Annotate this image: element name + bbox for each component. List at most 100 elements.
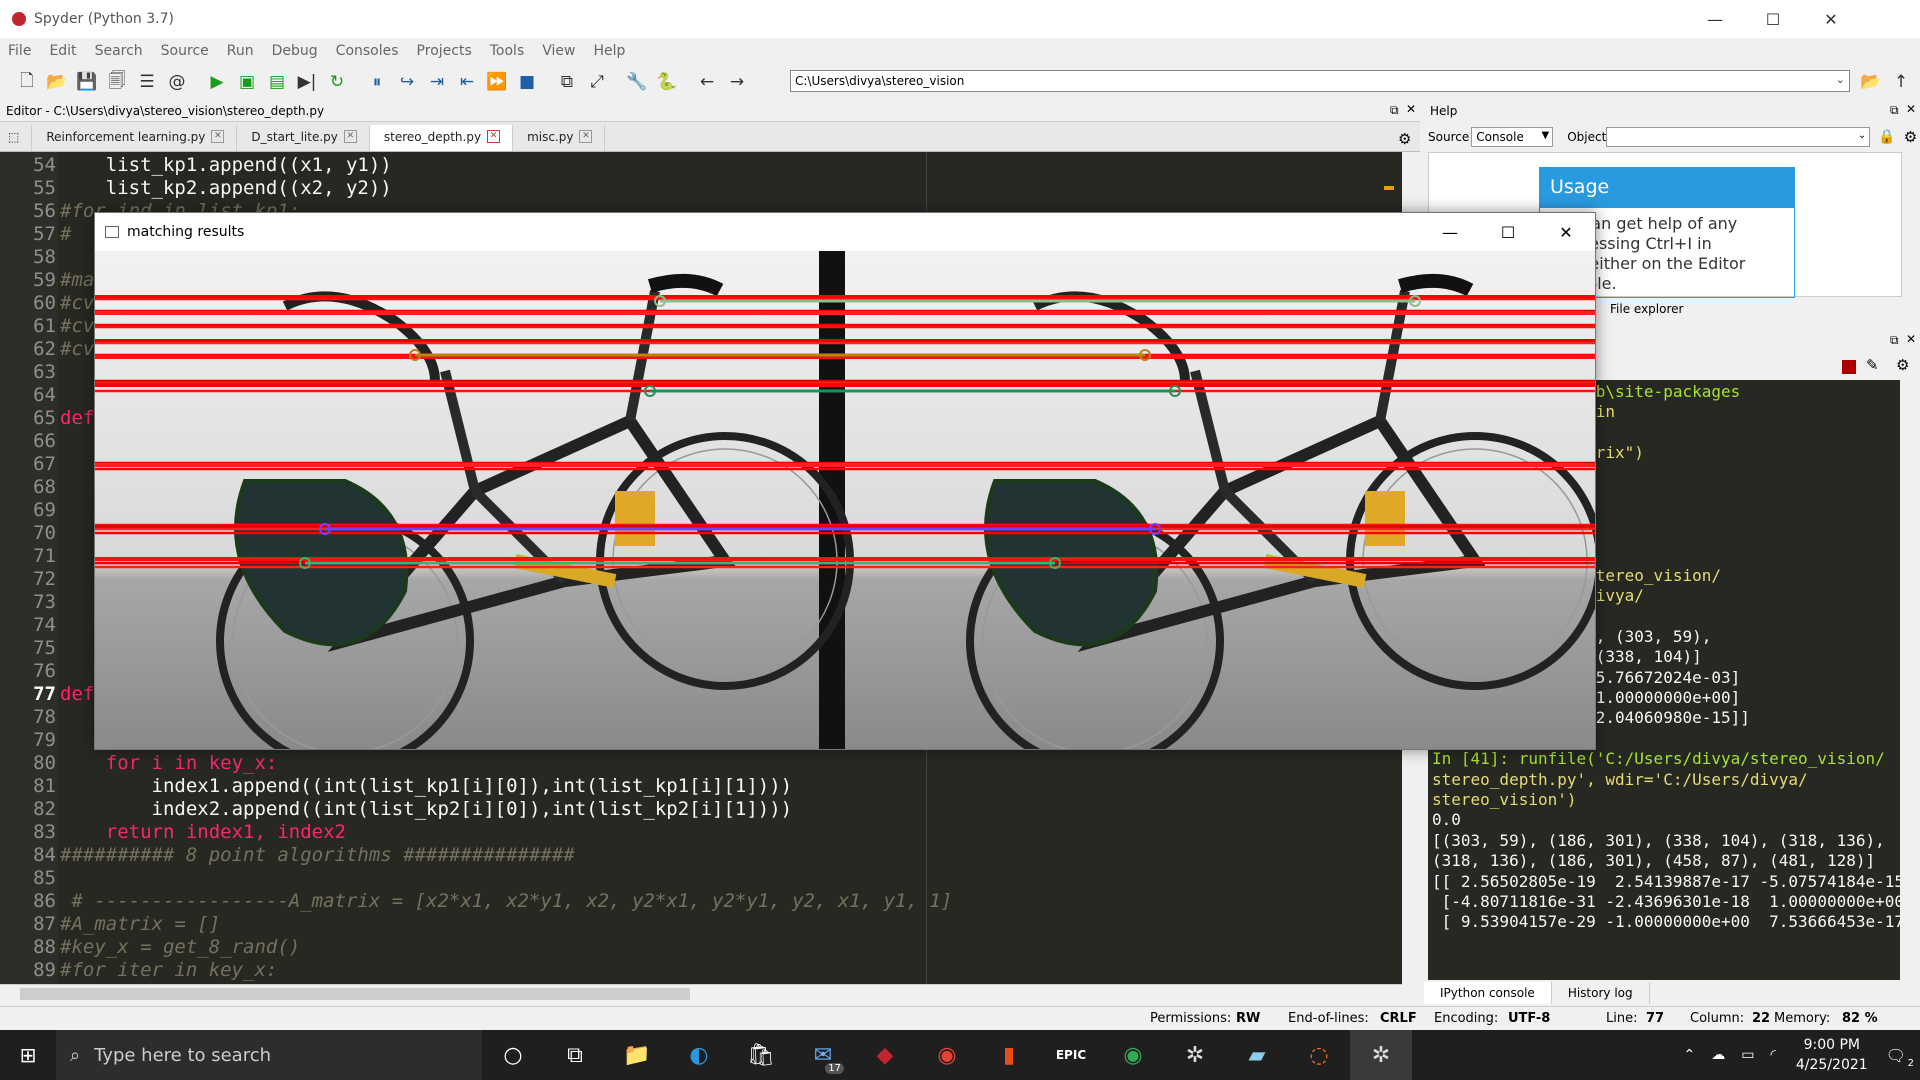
jupyter-icon[interactable]: ◌	[1288, 1030, 1350, 1080]
minimize-window-button[interactable]: —	[1686, 0, 1744, 38]
office-icon[interactable]: ▮	[978, 1030, 1040, 1080]
menu-file[interactable]: File	[8, 43, 31, 59]
close-window-button[interactable]: ✕	[1802, 0, 1860, 38]
menu-run[interactable]: Run	[227, 43, 254, 59]
undock-icon[interactable]: ⧉	[1890, 333, 1899, 348]
windows-start-icon[interactable]: ⊞	[0, 1030, 56, 1080]
menu-debug[interactable]: Debug	[272, 43, 318, 59]
console-vertical-scrollbar[interactable]	[1900, 380, 1918, 980]
step-into-icon[interactable]: ⇥	[424, 69, 450, 95]
close-tab-icon[interactable]: ✕	[487, 130, 501, 143]
menu-edit[interactable]: Edit	[49, 43, 76, 59]
tab-reinforcement-learning[interactable]: Reinforcement learning.py ✕	[32, 125, 238, 151]
chrome-profile-icon[interactable]: ◉	[1102, 1030, 1164, 1080]
outline-icon[interactable]: ☰	[134, 69, 160, 95]
notifications-icon[interactable]: 🗨 2	[1886, 1046, 1914, 1069]
at-icon[interactable]: @	[164, 69, 190, 95]
chrome-icon[interactable]: ◉	[916, 1030, 978, 1080]
step-icon[interactable]: ↪	[394, 69, 420, 95]
undock-icon[interactable]: ⧉	[1390, 103, 1399, 118]
epic-games-icon[interactable]: EPIC	[1040, 1030, 1102, 1080]
fullscreen-icon[interactable]: ⤢	[584, 69, 610, 95]
tab-ipython-console[interactable]: IPython console	[1424, 982, 1552, 1004]
tab-misc[interactable]: misc.py ✕	[513, 125, 606, 151]
parent-dir-arrow-icon[interactable]: ↑	[1888, 69, 1914, 95]
cortana-icon[interactable]: ○	[482, 1030, 544, 1080]
menu-projects[interactable]: Projects	[417, 43, 472, 59]
code-line: #for iter in key_x:	[60, 959, 278, 981]
weather-icon[interactable]: ☁	[1711, 1047, 1725, 1063]
continue-icon[interactable]: ⏩	[484, 69, 510, 95]
popup-title: matching results	[127, 224, 245, 240]
spyder-taskbar-icon[interactable]: ✲	[1164, 1030, 1226, 1080]
close-tab-icon[interactable]: ✕	[343, 130, 357, 143]
forward-arrow-icon[interactable]: →	[724, 69, 750, 95]
step-return-icon[interactable]: ⇤	[454, 69, 480, 95]
run-selection-icon[interactable]: ▶|	[294, 69, 320, 95]
line-number: 68	[33, 476, 56, 498]
tab-history-log[interactable]: History log	[1552, 982, 1650, 1004]
menu-view[interactable]: View	[542, 43, 575, 59]
menu-consoles[interactable]: Consoles	[336, 43, 399, 59]
tab-file-explorer[interactable]: File explorer	[1600, 298, 1693, 320]
notepad-icon[interactable]: ▰	[1226, 1030, 1288, 1080]
file-explorer-icon[interactable]: 📁	[606, 1030, 668, 1080]
close-tab-icon[interactable]: ✕	[211, 130, 225, 143]
maximize-window-button[interactable]: ☐	[1744, 0, 1802, 38]
tab-d-start-lite[interactable]: D_start_lite.py ✕	[237, 125, 370, 151]
menu-source[interactable]: Source	[161, 43, 209, 59]
browse-folder-icon[interactable]: 📂	[1858, 69, 1884, 95]
save-all-icon[interactable]: 🗐	[104, 69, 130, 95]
close-pane-icon[interactable]: ✕	[1906, 102, 1916, 116]
close-pane-icon[interactable]: ✕	[1906, 332, 1916, 346]
undock-icon[interactable]: ⧉	[1890, 103, 1899, 118]
object-input[interactable]: ⌄	[1606, 127, 1871, 147]
back-arrow-icon[interactable]: ←	[694, 69, 720, 95]
mail-icon[interactable]: ✉ 17	[792, 1030, 854, 1080]
close-tab-icon[interactable]: ✕	[579, 130, 593, 143]
close-pane-icon[interactable]: ✕	[1406, 102, 1416, 116]
game-app-icon[interactable]: ◆	[854, 1030, 916, 1080]
menu-help[interactable]: Help	[593, 43, 625, 59]
editor-horizontal-scrollbar[interactable]	[0, 984, 1402, 1002]
lock-icon[interactable]: 🔒	[1878, 129, 1895, 145]
help-options-gear-icon[interactable]: ⚙	[1904, 128, 1917, 146]
run-cell-icon[interactable]: ▣	[234, 69, 260, 95]
clear-console-icon[interactable]: ✎	[1866, 356, 1879, 374]
popup-close-button[interactable]: ✕	[1537, 213, 1595, 251]
maximize-pane-icon[interactable]: ⧉	[554, 69, 580, 95]
menu-search[interactable]: Search	[95, 43, 143, 59]
task-view-icon[interactable]: ⧉	[544, 1030, 606, 1080]
stop-kernel-icon[interactable]	[1842, 360, 1856, 374]
store-icon[interactable]: 🛍	[730, 1030, 792, 1080]
run-icon[interactable]: ▶	[204, 69, 230, 95]
browse-tabs-icon[interactable]: ⬚	[0, 125, 33, 151]
edge-icon[interactable]: ◐	[668, 1030, 730, 1080]
working-directory-input[interactable]: C:\Users\divya\stereo_vision ⌄	[790, 70, 1850, 92]
tab-stereo-depth[interactable]: stereo_depth.py ✕	[369, 125, 514, 151]
chevron-down-icon[interactable]: ⌄	[1836, 73, 1845, 86]
console-line: (318, 136), (186, 301), (458, 87), (481,…	[1432, 851, 1876, 871]
taskbar-search-box[interactable]: ⌕ Type here to search	[56, 1030, 482, 1080]
new-file-icon[interactable]: 🗋	[14, 69, 40, 95]
popup-minimize-button[interactable]: —	[1421, 213, 1479, 251]
rerun-icon[interactable]: ↻	[324, 69, 350, 95]
popup-maximize-button[interactable]: ☐	[1479, 213, 1537, 251]
source-select[interactable]: Console ▼	[1471, 127, 1554, 147]
taskbar-clock[interactable]: 9:00 PM 4/25/2021	[1796, 1035, 1868, 1075]
wifi-icon[interactable]: ◜	[1770, 1047, 1775, 1063]
save-icon[interactable]: 💾	[74, 69, 100, 95]
source-label: Source	[1428, 130, 1470, 144]
stop-debug-icon[interactable]: ■	[514, 69, 540, 95]
battery-icon[interactable]: ▭	[1741, 1047, 1754, 1063]
menu-tools[interactable]: Tools	[490, 43, 525, 59]
preferences-wrench-icon[interactable]: 🔧	[624, 69, 650, 95]
chevron-up-icon[interactable]: ⌃	[1684, 1047, 1696, 1063]
spyder-active-icon[interactable]: ✲	[1350, 1030, 1412, 1080]
python-path-icon[interactable]: 🐍	[654, 69, 680, 95]
run-cell-advance-icon[interactable]: ▤	[264, 69, 290, 95]
console-options-gear-icon[interactable]: ⚙	[1896, 356, 1909, 374]
open-file-icon[interactable]: 📂	[44, 69, 70, 95]
editor-options-gear-icon[interactable]: ⚙	[1398, 130, 1411, 148]
debug-icon[interactable]: ⏸	[364, 69, 390, 95]
